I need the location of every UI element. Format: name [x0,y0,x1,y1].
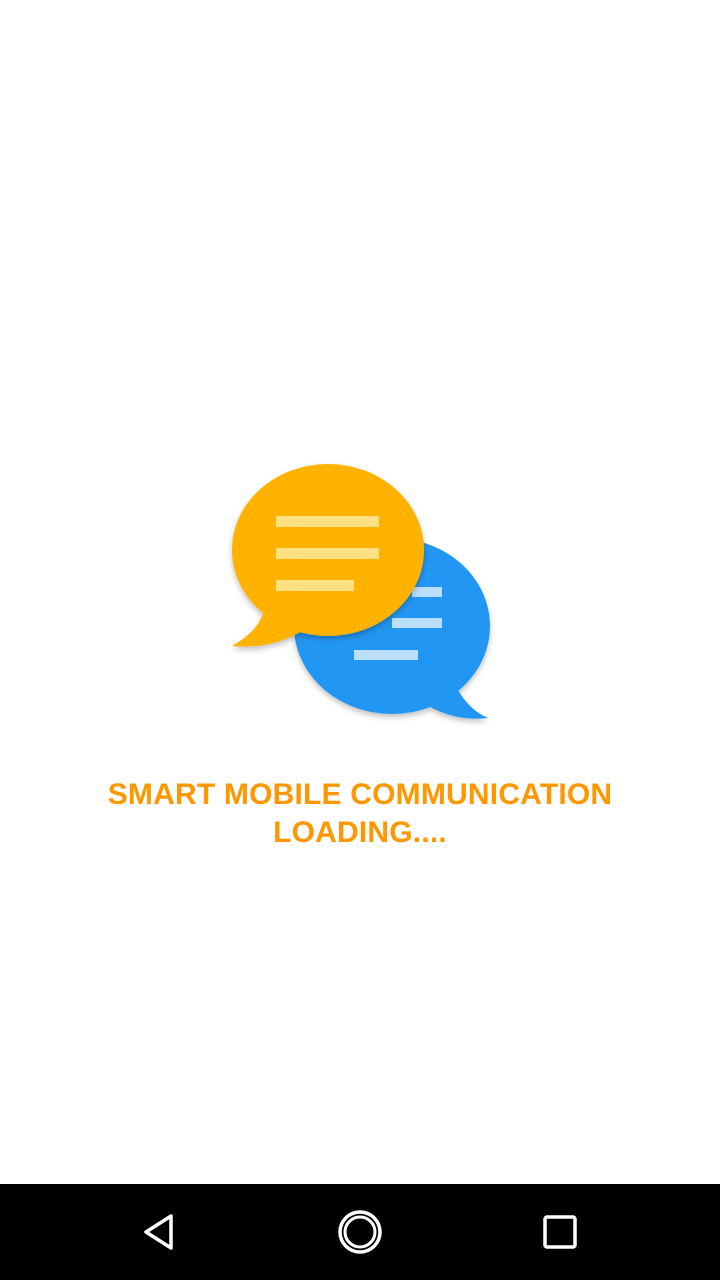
splash-message: SMART MOBILE COMMUNICATION LOADING.... [0,776,720,852]
back-triangle-icon [144,1214,173,1250]
home-button[interactable] [300,1184,420,1280]
recents-button[interactable] [500,1184,620,1280]
splash-screen: SMART MOBILE COMMUNICATION LOADING.... [0,0,720,1280]
system-navigation-bar [0,1184,720,1280]
loading-status: LOADING.... [273,816,447,849]
chat-bubbles-icon [226,460,496,726]
home-circle-icon [338,1210,382,1254]
back-button[interactable] [100,1184,220,1280]
recents-square-icon [543,1215,577,1249]
app-title: SMART MOBILE COMMUNICATION [107,778,613,811]
